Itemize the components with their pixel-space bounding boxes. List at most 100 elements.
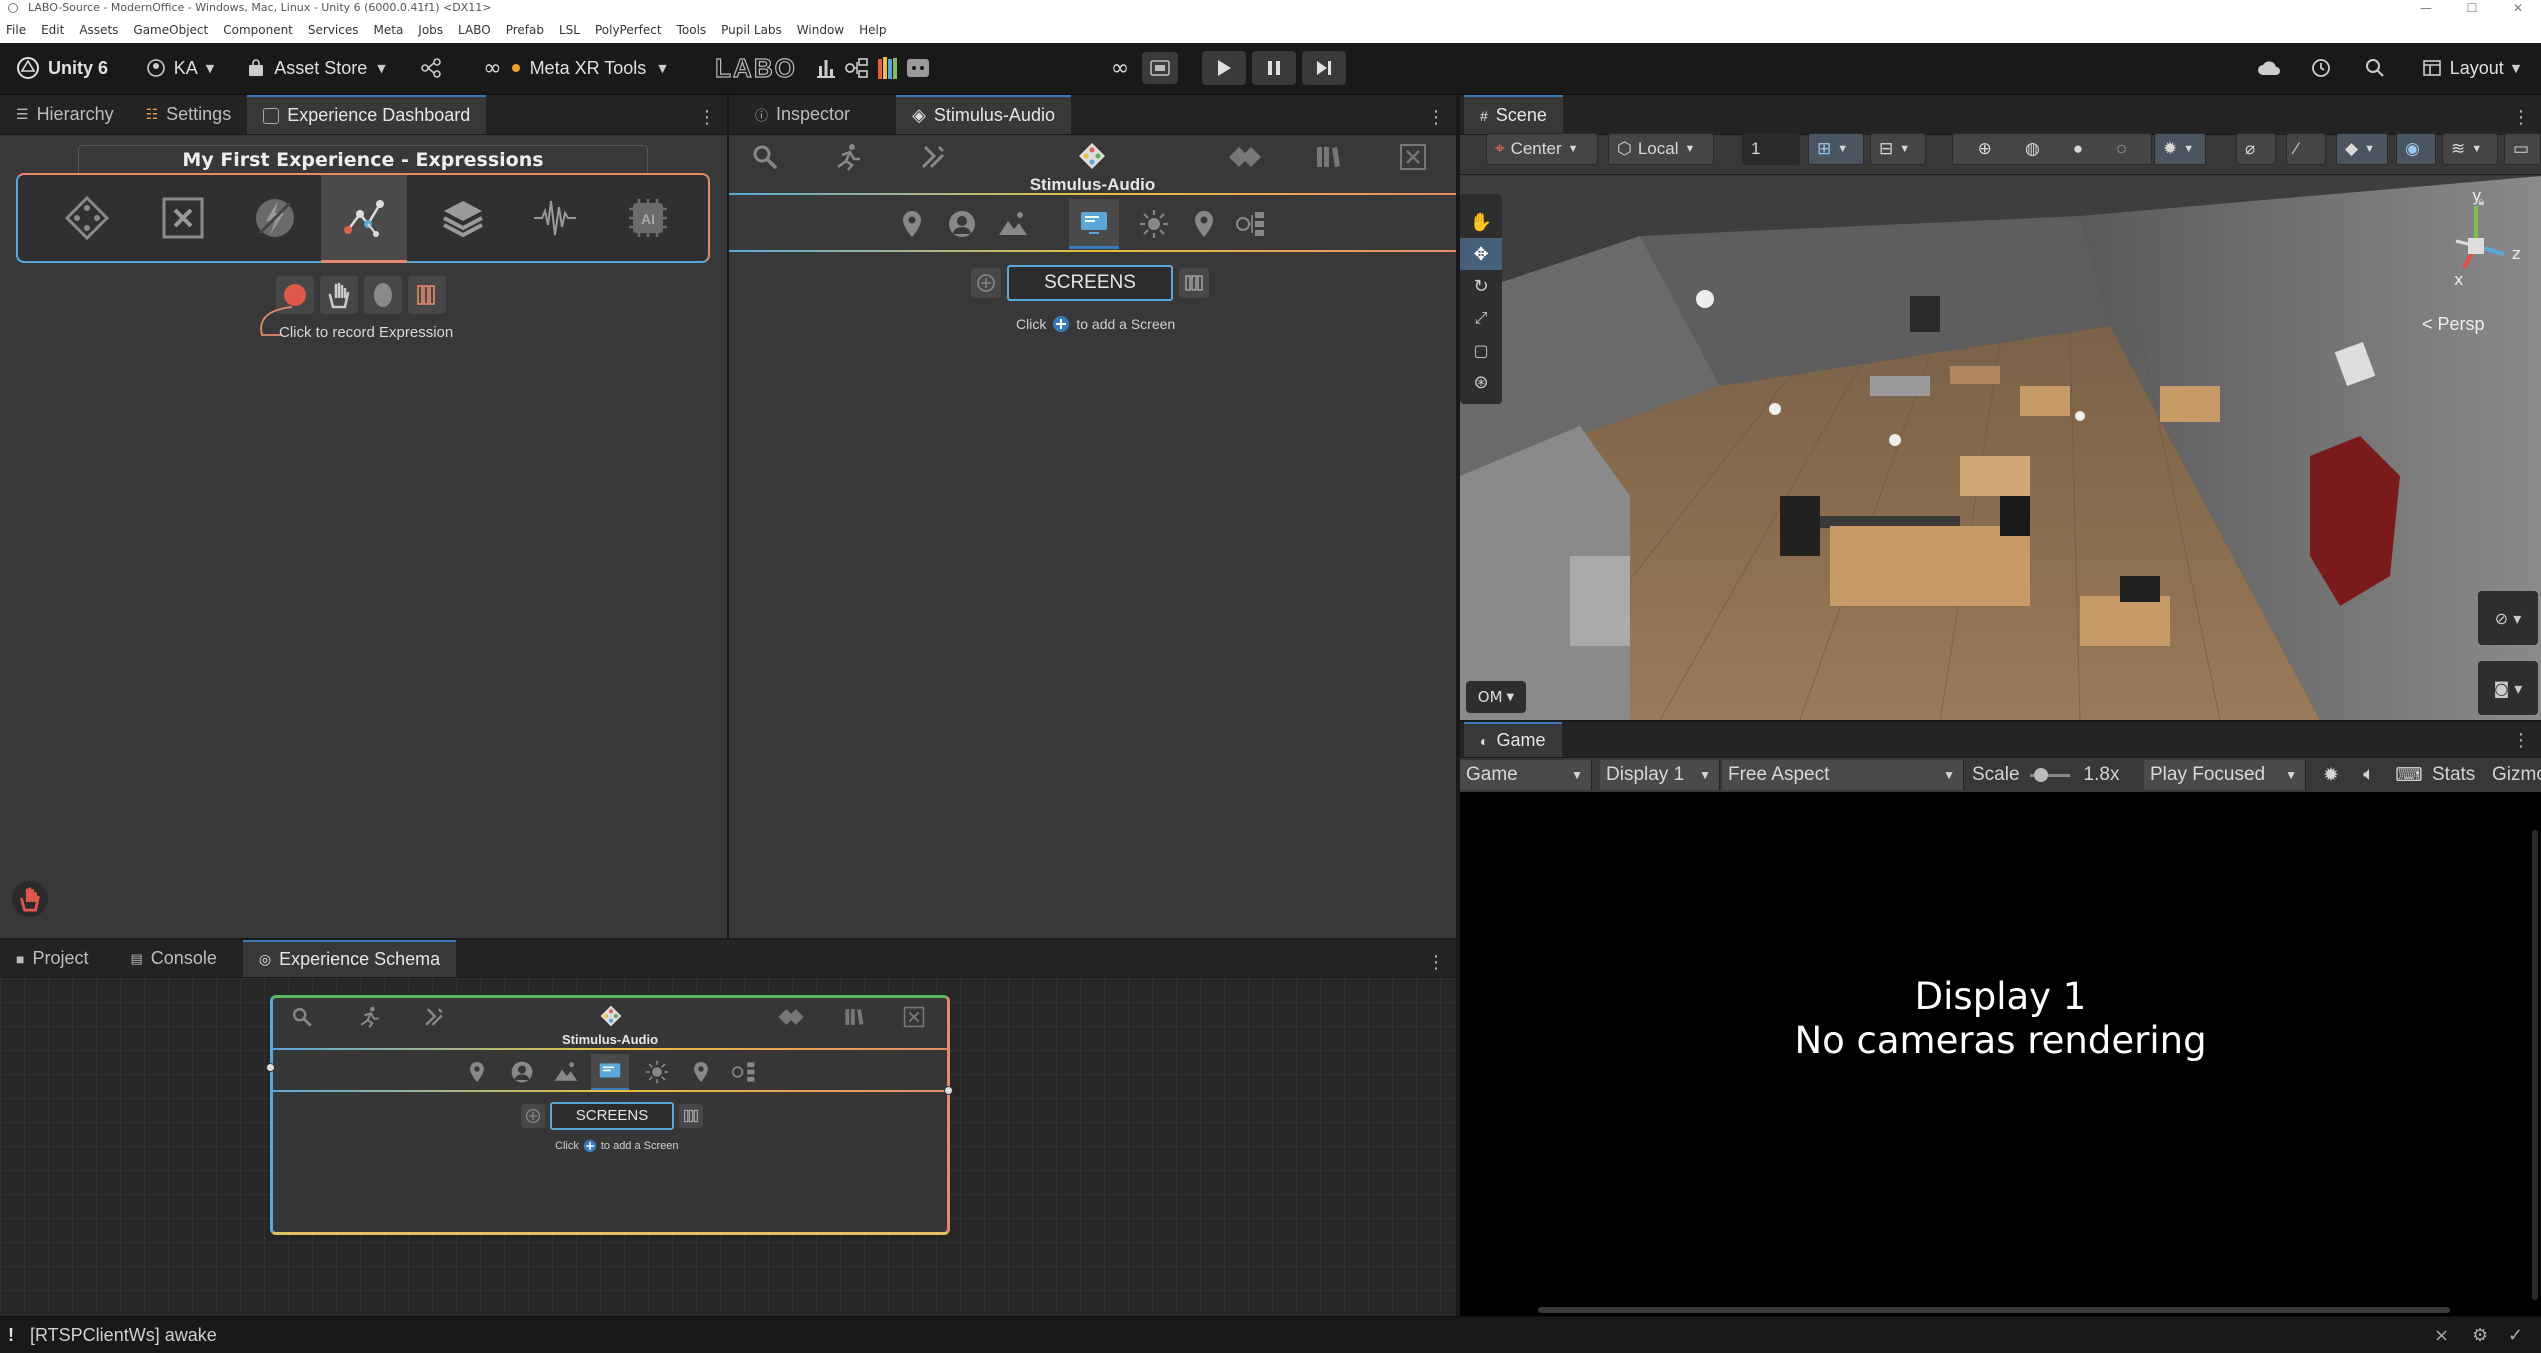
keyboard-icon[interactable]: ⌨ [2392,758,2426,792]
hand-tool-icon[interactable]: ✋ [1460,206,1502,238]
avatar-icon[interactable] [510,1060,534,1084]
panel-menu-icon[interactable]: ⋮ [1427,107,1445,128]
stimulus-diamond-icon[interactable] [599,1004,623,1028]
network-off-icon[interactable]: ⨯ [2434,1317,2449,1353]
scene-viewport[interactable]: ✋ ✥ ↻ ⤢ ▢ ⊛ y z x < Persp 🔒︎ ⊘ ▾ ◙ ▾ OM ▼ [1460,176,2541,720]
running-person-icon[interactable] [358,1006,382,1028]
visibility-toggle[interactable]: ◉ [2396,133,2436,165]
avatar-icon[interactable] [947,209,977,239]
shaded-wire-sphere-icon[interactable]: ◍ [2025,139,2040,159]
screens-category-tab[interactable] [591,1054,629,1090]
menu-component[interactable]: Component [223,23,293,37]
close-x-icon[interactable] [158,193,208,243]
stimulus-diamond-icon[interactable] [62,193,112,243]
menu-polyperfect[interactable]: PolyPerfect [595,23,662,37]
library-button[interactable] [408,276,446,314]
camera-overlay-button[interactable]: ◙ ▾ [2478,661,2538,715]
gizmos-button[interactable]: Gizmo [2492,758,2541,792]
game-view-dropdown[interactable]: Game ▼ [1460,760,1592,790]
tools-icon[interactable] [423,1006,445,1028]
diamond-pair-icon[interactable] [1229,143,1261,171]
audio-icon[interactable]: 🔈︎ [2354,758,2384,792]
expression-graph-tab[interactable] [321,175,407,263]
tab-game[interactable]: ◐ Game [1464,722,1562,757]
add-screen-button[interactable] [971,268,1001,298]
version-control-icon[interactable] [416,52,446,84]
tools-icon[interactable] [919,143,947,171]
scale-thumb[interactable] [2033,767,2048,782]
stats-button[interactable]: Stats [2432,758,2482,792]
scene-lighting-toggle[interactable]: ⌀ [2236,133,2276,165]
pause-button[interactable] [1252,51,1296,85]
menu-pupil-labs[interactable]: Pupil Labs [721,23,782,37]
screens-category-tab[interactable] [1069,199,1119,249]
search-icon[interactable] [751,143,779,171]
panel-menu-icon[interactable]: ⋮ [2512,107,2530,128]
step-button[interactable] [1302,51,1346,85]
layers-icon[interactable] [438,193,488,243]
discord-icon[interactable] [906,57,930,79]
diamond-pair-icon[interactable] [778,1006,804,1028]
increment-snap-toggle[interactable]: ⊟ ▼ [1870,133,1926,165]
menu-labo[interactable]: LABO [458,23,491,37]
maximize-icon[interactable]: ☐ [2449,0,2495,16]
space-local-dropdown[interactable]: ⬡ Local ▼ [1608,133,1714,165]
light-icon[interactable] [645,1060,669,1084]
hand-tracking-button[interactable] [320,276,358,314]
minimize-icon[interactable]: — [2403,0,2449,16]
screens-library-button[interactable] [679,1104,703,1128]
display-dropdown[interactable]: Display 1 ▼ [1600,760,1720,790]
gizmo-bug-icon[interactable]: ✹ [2316,758,2346,792]
menu-jobs[interactable]: Jobs [418,23,443,37]
menu-tools[interactable]: Tools [677,23,707,37]
screens-library-button[interactable] [1179,268,1209,298]
debug-icon[interactable]: ⚙ [2472,1317,2488,1353]
panel-menu-icon[interactable]: ⋮ [1427,952,1445,973]
asset-store-dropdown[interactable]: Asset Store ▼ [240,52,392,84]
landscape-icon[interactable] [997,209,1029,239]
ai-chip-icon[interactable]: AI [623,193,673,243]
stimulus-diamond-icon[interactable] [1077,141,1107,171]
menu-prefab[interactable]: Prefab [506,23,544,37]
menu-services[interactable]: Services [308,23,359,37]
location-pin-icon[interactable] [899,209,925,239]
logic-tree-icon[interactable] [1235,209,1267,239]
menu-gameobject[interactable]: GameObject [133,23,208,37]
panel-menu-icon[interactable]: ⋮ [698,107,716,128]
camera-dropdown[interactable]: ▭ [2504,133,2541,165]
face-button[interactable] [364,276,402,314]
cloud-icon[interactable] [2254,52,2284,84]
orbit-overlay-button[interactable]: ⊘ ▾ [2478,591,2538,645]
tab-hierarchy[interactable]: ☰ Hierarchy [0,95,130,134]
layers-dropdown[interactable]: ≋ ▼ [2442,133,2498,165]
location-pin-icon[interactable] [467,1060,487,1084]
account-dropdown[interactable]: KA ▼ [140,52,220,84]
tab-scene[interactable]: # Scene [1464,95,1563,134]
running-person-icon[interactable] [834,143,864,171]
wireframe-sphere-icon[interactable]: ⊕ [1978,139,1992,159]
grid-size-input[interactable]: 1 [1742,133,1800,165]
tab-console[interactable]: ▤ Console [115,940,233,977]
move-tool-icon[interactable]: ✥ [1460,238,1502,270]
schema-node-stimulus-audio[interactable]: Stimulus-Audio SCREENS Click to add a Sc… [266,995,953,1235]
search-icon[interactable] [2360,52,2390,84]
check-circle-icon[interactable]: ✓ [2508,1317,2523,1353]
tab-project[interactable]: ■ Project [0,940,105,977]
aspect-dropdown[interactable]: Free Aspect ▼ [1722,760,1964,790]
lock-icon[interactable]: 🔒︎ [2478,194,2492,208]
tab-inspector[interactable]: ⓘ Inspector [739,95,866,134]
scale-tool-icon[interactable]: ⤢ [1460,302,1502,334]
xr-simulator-icon[interactable] [1142,52,1178,84]
shaded-sphere-icon[interactable]: ● [2073,139,2083,159]
layout-dropdown[interactable]: Layout ▼ [2412,52,2530,84]
play-button[interactable] [1202,51,1246,85]
transform-tool-icon[interactable]: ⊛ [1460,366,1502,398]
disabled-lightning-icon[interactable] [250,193,300,243]
unlit-sphere-icon[interactable]: ◌ [2116,139,2126,159]
rotate-tool-icon[interactable]: ↻ [1460,270,1502,302]
menu-lsl[interactable]: LSL [559,23,580,37]
hand-status-button[interactable] [12,881,48,917]
debug-draw-dropdown[interactable]: ✹ ▼ [2154,133,2206,165]
overlay-menu-dropdown[interactable]: OM ▼ [1466,681,1526,713]
play-mode-dropdown[interactable]: Play Focused ▼ [2144,760,2306,790]
